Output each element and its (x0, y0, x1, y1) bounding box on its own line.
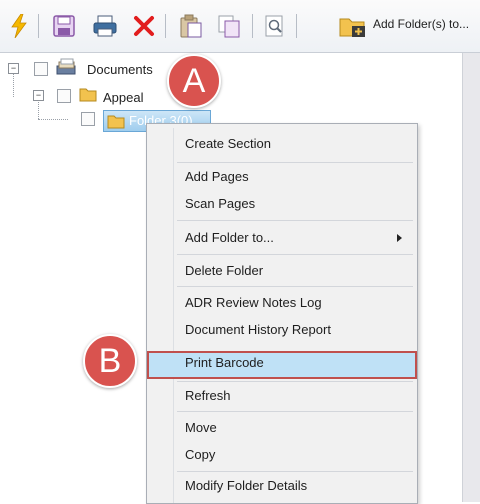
tree-checkbox-folder[interactable] (81, 112, 95, 126)
save-icon[interactable] (50, 12, 78, 40)
menu-gutter (173, 128, 174, 503)
tree-expander-documents[interactable]: − (8, 63, 19, 74)
menu-item-adr-review-notes-log[interactable]: ADR Review Notes Log (185, 295, 322, 310)
tree-connector (38, 119, 68, 120)
delete-icon[interactable] (130, 12, 158, 40)
menu-item-add-pages[interactable]: Add Pages (185, 169, 249, 184)
paste-icon[interactable] (176, 12, 206, 40)
context-menu: Create Section Add Pages Scan Pages Add … (146, 123, 418, 504)
menu-separator (177, 471, 413, 472)
toolbar-separator (38, 14, 39, 38)
menu-item-copy[interactable]: Copy (185, 447, 215, 462)
tree-node-appeal[interactable]: Appeal (103, 90, 143, 105)
menu-item-document-history-report[interactable]: Document History Report (185, 322, 331, 337)
menu-item-refresh[interactable]: Refresh (185, 388, 231, 403)
menu-item-delete-folder[interactable]: Delete Folder (185, 263, 263, 278)
menu-separator (177, 254, 413, 255)
callout-b: B (83, 334, 137, 388)
print-icon[interactable] (90, 12, 120, 40)
toolbar-separator (296, 14, 297, 38)
menu-separator (177, 162, 413, 163)
lightning-icon[interactable] (8, 12, 30, 40)
find-icon[interactable] (262, 12, 288, 40)
callout-a: A (167, 54, 221, 108)
menu-separator (177, 381, 413, 382)
menu-item-add-folder-to[interactable]: Add Folder to... (185, 230, 274, 245)
toolbar: Add Folder(s) to... (0, 0, 480, 53)
add-folder-button-label[interactable]: Add Folder(s) to... (373, 17, 469, 31)
toolbar-separator (252, 14, 253, 38)
tree-node-documents[interactable]: Documents (87, 62, 153, 77)
vertical-scrollbar[interactable] (462, 53, 480, 502)
menu-separator (177, 286, 413, 287)
menu-item-scan-pages[interactable]: Scan Pages (185, 196, 255, 211)
toolbar-separator (165, 14, 166, 38)
menu-item-print-barcode[interactable]: Print Barcode (185, 355, 264, 370)
documents-stack-icon (55, 58, 77, 79)
tree-expander-appeal[interactable]: − (33, 90, 44, 101)
menu-item-move[interactable]: Move (185, 420, 217, 435)
menu-item-create-section[interactable]: Create Section (185, 136, 271, 151)
tree-connector (38, 99, 39, 119)
folder-icon (79, 86, 97, 105)
menu-separator (177, 220, 413, 221)
add-folder-icon[interactable] (336, 12, 370, 40)
tree-connector (13, 71, 14, 97)
tree-checkbox-documents[interactable] (34, 62, 48, 76)
submenu-arrow-icon (397, 234, 402, 242)
folder-icon (107, 113, 125, 132)
tree-checkbox-appeal[interactable] (57, 89, 71, 103)
menu-item-modify-folder-details[interactable]: Modify Folder Details (185, 478, 307, 493)
copy-icon[interactable] (214, 12, 244, 40)
menu-separator (177, 411, 413, 412)
